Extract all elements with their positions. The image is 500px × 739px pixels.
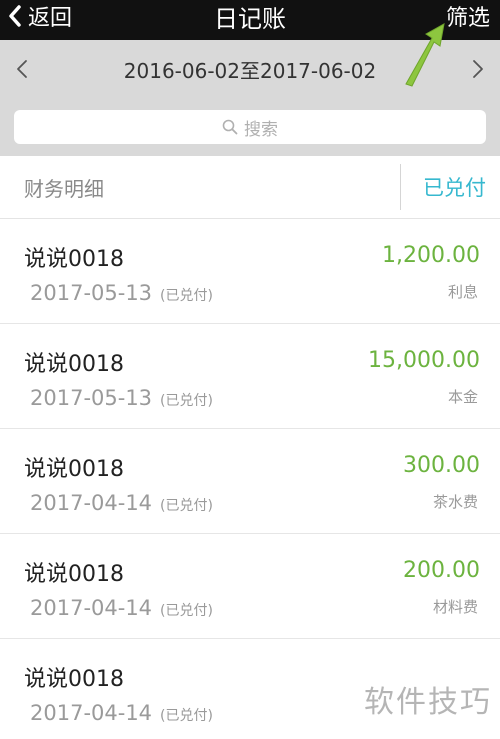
entry-amount: 1,200.00 bbox=[382, 243, 480, 268]
entry-status: (已兑付) bbox=[160, 498, 213, 514]
app-window: 返回 日记账 筛选 2016-06-02至2017-06-02 搜索 财务明细 … bbox=[0, 0, 500, 739]
search-placeholder: 搜索 bbox=[244, 119, 278, 140]
entry-date: 2017-04-14 (已兑付) bbox=[30, 491, 213, 515]
entry-status: (已兑付) bbox=[160, 603, 213, 619]
list-item[interactable]: 说说0018 2017-05-13 (已兑付) 1,200.00 利息 bbox=[0, 219, 500, 324]
entry-status: (已兑付) bbox=[160, 288, 213, 304]
prev-range-button[interactable] bbox=[16, 40, 28, 98]
entry-category: 材料费 bbox=[432, 598, 478, 616]
chevron-right-icon bbox=[473, 60, 483, 78]
entry-date-text: 2017-05-13 bbox=[30, 386, 153, 410]
watermark-text: 软件技巧 bbox=[364, 685, 492, 720]
entry-date-text: 2017-05-13 bbox=[30, 281, 153, 305]
entry-amount: 15,000.00 bbox=[368, 348, 480, 373]
entry-date: 2017-05-13 (已兑付) bbox=[30, 281, 213, 305]
search-bar: 搜索 bbox=[0, 98, 500, 156]
chevron-left-icon bbox=[17, 60, 27, 78]
entry-date-text: 2017-04-14 bbox=[30, 491, 153, 515]
entry-list: 说说0018 2017-05-13 (已兑付) 1,200.00 利息 说说001… bbox=[0, 219, 500, 739]
entry-date-text: 2017-04-14 bbox=[30, 596, 153, 620]
next-range-button[interactable] bbox=[472, 40, 484, 98]
entry-category: 利息 bbox=[447, 283, 478, 301]
entry-name: 说说0018 bbox=[24, 352, 124, 377]
entry-status: (已兑付) bbox=[160, 708, 213, 724]
list-item[interactable]: 说说0018 2017-04-14 (已兑付) 300.00 茶水费 bbox=[0, 429, 500, 534]
entry-date: 2017-04-14 (已兑付) bbox=[30, 596, 213, 620]
tab-divider bbox=[400, 164, 401, 210]
entry-amount: 300.00 bbox=[403, 453, 480, 478]
entry-date: 2017-04-14 (已兑付) bbox=[30, 701, 213, 725]
entry-date-text: 2017-04-14 bbox=[30, 701, 153, 725]
entry-name: 说说0018 bbox=[24, 457, 124, 482]
list-item[interactable]: 说说0018 2017-05-13 (已兑付) 15,000.00 本金 bbox=[0, 324, 500, 429]
entry-category: 本金 bbox=[447, 388, 478, 406]
entry-name: 说说0018 bbox=[24, 247, 124, 272]
arrow-annotation-icon bbox=[405, 23, 445, 87]
search-icon bbox=[222, 119, 238, 135]
date-range-text: 2016-06-02至2017-06-02 bbox=[123, 58, 377, 83]
entry-amount: 200.00 bbox=[403, 558, 480, 583]
filter-button[interactable]: 筛选 bbox=[446, 0, 490, 32]
tab-bar: 财务明细 已兑付 bbox=[0, 156, 500, 219]
tab-redeemed[interactable]: 已兑付 bbox=[423, 156, 486, 218]
list-item[interactable]: 说说0018 2017-04-14 (已兑付) 200.00 材料费 bbox=[0, 534, 500, 639]
entry-date: 2017-05-13 (已兑付) bbox=[30, 386, 213, 410]
entry-category: 茶水费 bbox=[432, 493, 478, 511]
search-input[interactable]: 搜索 bbox=[14, 110, 486, 144]
tab-financial-details[interactable]: 财务明细 bbox=[24, 156, 104, 218]
entry-name: 说说0018 bbox=[24, 562, 124, 587]
entry-status: (已兑付) bbox=[160, 393, 213, 409]
entry-name: 说说0018 bbox=[24, 667, 124, 692]
